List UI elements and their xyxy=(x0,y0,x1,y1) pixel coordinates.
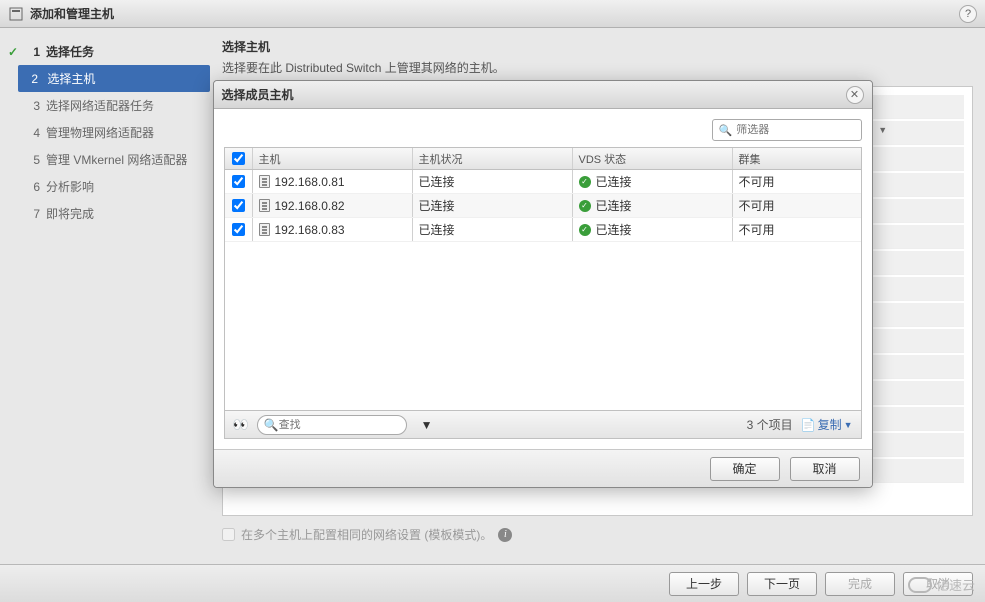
filter-input-wrapper[interactable]: 🔍 ▼ xyxy=(712,119,862,141)
host-icon xyxy=(259,223,270,236)
copy-icon: 📄 xyxy=(801,418,816,432)
table-row[interactable]: 192.168.0.83 已连接 ✓已连接 不可用 xyxy=(225,218,861,242)
modal-header: 选择成员主机 ✕ xyxy=(214,81,872,109)
select-all-checkbox[interactable] xyxy=(232,152,245,165)
filter-dropdown-icon[interactable]: ▼ xyxy=(878,125,887,135)
host-icon xyxy=(259,175,270,188)
modal-cancel-button[interactable]: 取消 xyxy=(790,457,860,481)
watermark: 亿速云 xyxy=(908,575,975,594)
search-icon: 🔍 xyxy=(264,418,279,432)
grid-header: 主机 主机状况 VDS 状态 群集 xyxy=(225,148,861,170)
status-ok-icon: ✓ xyxy=(579,224,591,236)
ok-button[interactable]: 确定 xyxy=(710,457,780,481)
modal-footer: 确定 取消 xyxy=(214,449,872,487)
binoculars-icon[interactable]: 👀 xyxy=(233,417,249,433)
hosts-grid: 主机 主机状况 VDS 状态 群集 192.168.0.81 已连接 ✓已连接 … xyxy=(224,147,862,439)
cloud-icon xyxy=(908,577,932,593)
status-ok-icon: ✓ xyxy=(579,200,591,212)
table-row[interactable]: 192.168.0.82 已连接 ✓已连接 不可用 xyxy=(225,194,861,218)
status-ok-icon: ✓ xyxy=(579,176,591,188)
modal-overlay: 选择成员主机 ✕ 🔍 ▼ 主机 主机状况 VDS 状态 群集 xyxy=(0,0,985,602)
copy-button[interactable]: 📄 复制 ▼ xyxy=(801,416,853,433)
filter-input[interactable] xyxy=(736,124,878,136)
modal-title: 选择成员主机 xyxy=(222,86,846,103)
row-checkbox[interactable] xyxy=(232,175,245,188)
col-header-status[interactable]: 主机状况 xyxy=(413,148,573,169)
item-count: 3 个项目 xyxy=(747,416,793,433)
close-button[interactable]: ✕ xyxy=(846,86,864,104)
col-header-cluster[interactable]: 群集 xyxy=(733,148,861,169)
find-dropdown-icon[interactable]: ▼ xyxy=(421,418,433,432)
row-checkbox[interactable] xyxy=(232,223,245,236)
col-header-host[interactable]: 主机 xyxy=(253,148,413,169)
row-checkbox[interactable] xyxy=(232,199,245,212)
grid-body: 192.168.0.81 已连接 ✓已连接 不可用 192.168.0.82 已… xyxy=(225,170,861,410)
find-input[interactable] xyxy=(279,419,421,431)
find-input-wrapper[interactable]: 🔍 ▼ xyxy=(257,415,407,435)
select-member-hosts-dialog: 选择成员主机 ✕ 🔍 ▼ 主机 主机状况 VDS 状态 群集 xyxy=(213,80,873,488)
grid-footer: 👀 🔍 ▼ 3 个项目 📄 复制 ▼ xyxy=(225,410,861,438)
host-icon xyxy=(259,199,270,212)
search-icon: 🔍 xyxy=(719,124,733,137)
col-header-vds[interactable]: VDS 状态 xyxy=(573,148,733,169)
table-row[interactable]: 192.168.0.81 已连接 ✓已连接 不可用 xyxy=(225,170,861,194)
chevron-down-icon: ▼ xyxy=(844,420,853,430)
